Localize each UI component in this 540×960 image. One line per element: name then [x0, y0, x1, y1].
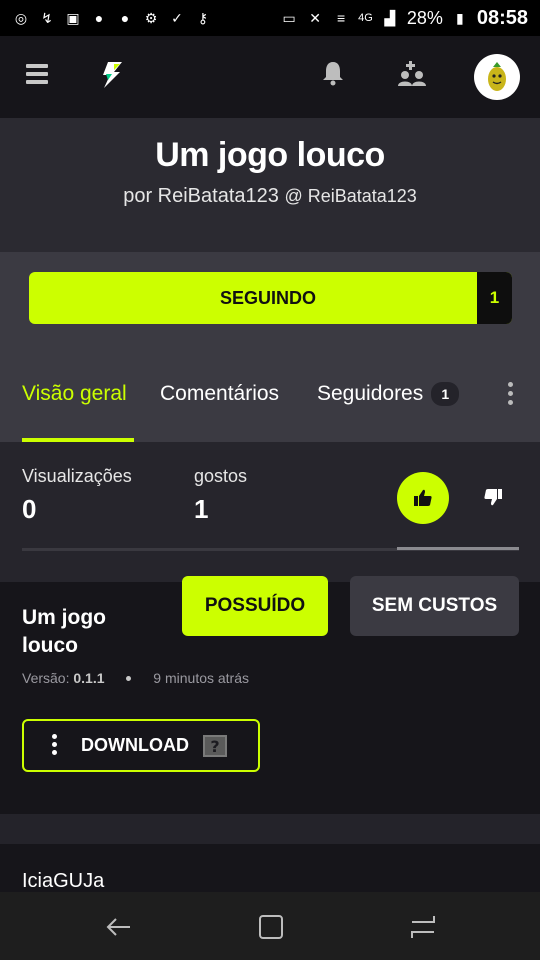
- author-handle: @ ReiBatata123: [284, 186, 417, 206]
- m-app-icon-2: ●: [120, 10, 130, 26]
- stats-panel: Visualizações 0 gostos 1: [0, 442, 540, 582]
- download-label: DOWNLOAD: [81, 735, 189, 755]
- description-text: IciaGUJa: [22, 870, 105, 892]
- mute-icon: ✕: [309, 9, 321, 26]
- more-options-icon[interactable]: [508, 382, 516, 408]
- release-card: POSSUÍDO SEM CUSTOS Um jogo louco Versão…: [0, 576, 540, 814]
- clock: 08:58: [476, 6, 528, 29]
- avatar-icon: [488, 62, 506, 91]
- signal-icon: ▟: [384, 9, 396, 26]
- tab-overview[interactable]: Visão geral: [22, 382, 127, 406]
- views-value: 0: [22, 494, 37, 524]
- followers-count-badge: 1: [431, 382, 460, 407]
- author-name-link[interactable]: por ReiBatata123: [123, 185, 279, 207]
- tab-bar: Visão geral Comentários Seguidores 1: [0, 374, 540, 442]
- version-value: 0.1.1: [73, 670, 105, 686]
- section-divider: [0, 814, 540, 844]
- thumbs-down-icon: [484, 489, 502, 506]
- follow-button[interactable]: SEGUINDO 1: [29, 272, 512, 324]
- volte-icon: ≡: [337, 10, 346, 26]
- network-type: 4G: [358, 12, 373, 24]
- version-prefix: Versão:: [22, 670, 70, 686]
- key-icon: ⚷: [197, 9, 209, 26]
- hamburger-icon[interactable]: [26, 64, 48, 84]
- battery-percent: 28%: [406, 7, 443, 28]
- release-time: 9 minutos atrás: [153, 670, 250, 686]
- cast-icon: ▭: [282, 9, 296, 26]
- download-menu-icon[interactable]: [52, 733, 57, 758]
- follow-label: SEGUINDO: [219, 287, 316, 308]
- tab-followers-label: Seguidores: [317, 382, 424, 405]
- tab-comments[interactable]: Comentários: [160, 382, 279, 406]
- rating-bar-fill: [397, 547, 519, 550]
- m-app-icon: ●: [94, 10, 104, 26]
- follow-section: SEGUINDO 1 Visão geral Comentários Segui…: [0, 252, 540, 442]
- lightning-logo-icon[interactable]: [98, 60, 126, 90]
- author-line: por ReiBatata123 @ ReiBatata123: [0, 185, 540, 208]
- like-button[interactable]: [397, 472, 449, 524]
- system-icons: ▭ ✕ ≡ 4G ▟ 28% ▮ 08:58: [280, 6, 529, 30]
- likes-label: gostos: [194, 466, 248, 486]
- likes-value: 1: [194, 494, 209, 524]
- arrows-icon: ↯: [41, 9, 53, 26]
- dislike-button[interactable]: [478, 482, 508, 512]
- views-label: Visualizações: [22, 466, 132, 486]
- unknown-platform-icon: ?: [202, 734, 227, 757]
- battery-icon: ▮: [455, 9, 464, 26]
- home-icon[interactable]: [256, 912, 286, 942]
- release-meta: Versão: 0.1.1 9 minutos atrás: [22, 670, 249, 686]
- avatar[interactable]: [474, 54, 520, 100]
- sync-icon: ◎: [14, 9, 28, 26]
- bell-icon[interactable]: [321, 60, 345, 86]
- download-done-icon: ✓: [171, 9, 183, 26]
- system-navigation-bar: [0, 892, 540, 960]
- game-header: Um jogo louco por ReiBatata123 @ ReiBata…: [0, 118, 540, 252]
- tab-followers[interactable]: Seguidores 1: [317, 382, 460, 407]
- owned-button[interactable]: POSSUÍDO: [182, 576, 328, 636]
- add-user-icon[interactable]: [398, 60, 426, 86]
- app-bar: [0, 36, 540, 118]
- follow-count: 1: [477, 272, 512, 324]
- download-button[interactable]: DOWNLOAD ?: [22, 719, 260, 772]
- thumbs-up-icon: [414, 489, 432, 506]
- svg-text:?: ?: [210, 737, 219, 756]
- status-bar: ◎ ↯ ▣ ● ● ⚙ ✓ ⚷ ▭ ✕ ≡ 4G ▟ 28% ▮ 08:58: [0, 0, 540, 36]
- page-title: Um jogo louco: [155, 136, 385, 174]
- notification-icons: ◎ ↯ ▣ ● ● ⚙ ✓ ⚷: [12, 10, 212, 27]
- bike-icon: ⚙: [144, 9, 158, 26]
- price-button[interactable]: SEM CUSTOS: [350, 576, 519, 636]
- separator-dot: [126, 675, 132, 681]
- recents-icon[interactable]: [408, 912, 438, 942]
- app-notification-icon: ▣: [66, 9, 80, 26]
- description-section: IciaGUJa: [0, 844, 540, 892]
- back-icon[interactable]: [104, 912, 134, 942]
- release-title: Um jogo louco: [22, 606, 106, 657]
